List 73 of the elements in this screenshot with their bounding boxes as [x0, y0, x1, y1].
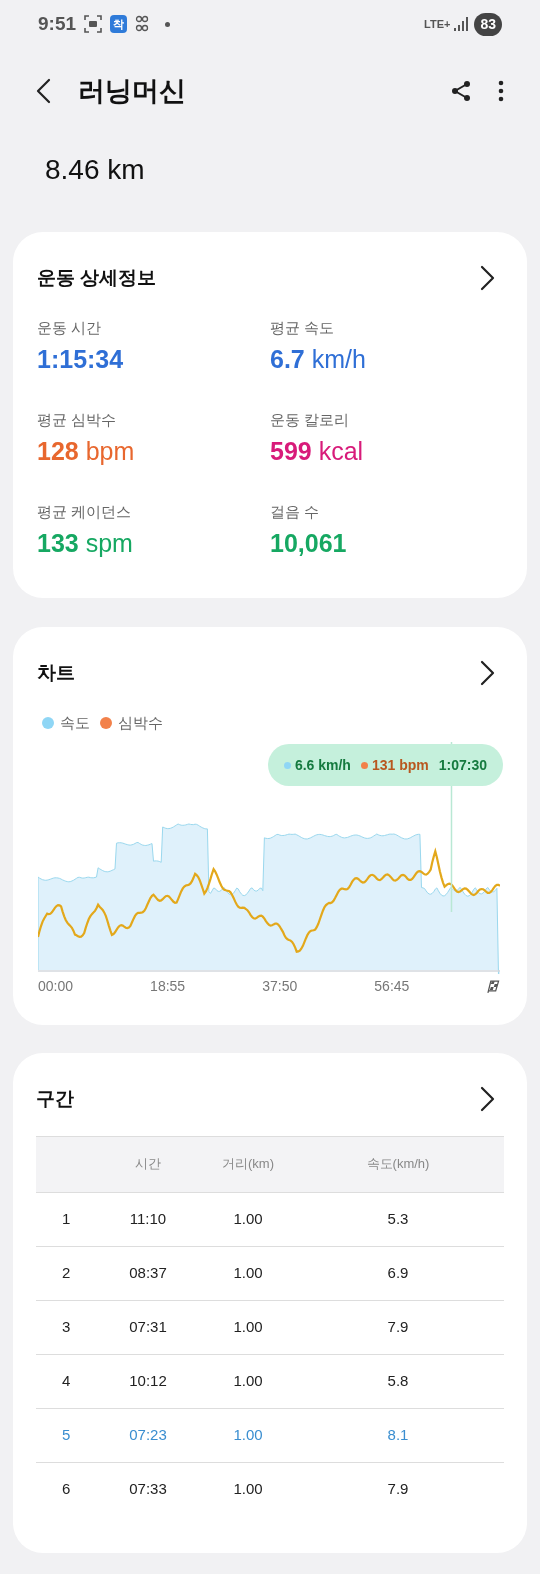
column-header: 속도(km/h)	[365, 1155, 431, 1174]
table-cell-text: 1	[61, 1208, 72, 1229]
table-cell-text: 5	[61, 1424, 72, 1445]
table-cell-text: 1.00	[232, 1424, 264, 1445]
table-cell-text: 11:10	[128, 1208, 168, 1229]
stat-value: 133 spm	[37, 528, 134, 559]
network-type: LTE+	[424, 18, 451, 30]
lap-row[interactable]: 5 07:23 1.00 8.1	[36, 1407, 504, 1462]
column-header: 시간	[134, 1155, 162, 1174]
battery-level: 83	[474, 12, 502, 36]
table-cell-text: 1.00	[232, 1478, 264, 1499]
stat-value: 599 kcal	[270, 436, 365, 467]
chevron-right-icon[interactable]	[479, 1086, 495, 1113]
card-title: 운동 상세정보	[37, 266, 157, 290]
table-cell-text: 1.00	[232, 1262, 264, 1283]
tooltip-heart-rate: 131 bpm	[371, 755, 429, 775]
table-cell-text: 3	[61, 1316, 72, 1337]
legend-label: 심박수	[118, 712, 163, 733]
table-cell-text: 07:31	[128, 1316, 168, 1337]
back-icon[interactable]	[36, 78, 52, 104]
lap-row[interactable]: 4 10:12 1.00 5.8	[36, 1353, 504, 1408]
table-cell-text: 8.1	[386, 1424, 410, 1445]
lap-row[interactable]: 1 11:10 1.00 5.3	[36, 1191, 504, 1246]
table-cell-text: 5.8	[386, 1370, 410, 1391]
table-cell-text: 2	[61, 1262, 72, 1283]
lap-row[interactable]: 6 07:33 1.00 7.9	[36, 1461, 504, 1516]
axis-label: 56:45	[374, 977, 411, 996]
stat-label: 평균 심박수	[37, 409, 118, 430]
signal-icon	[454, 17, 471, 31]
table-cell-text: 6.9	[386, 1262, 410, 1283]
axis-label: 00:00	[38, 977, 75, 996]
table-cell-text: 1.00	[232, 1208, 264, 1229]
card-title: 차트	[37, 661, 75, 685]
table-cell-text: 5.3	[386, 1208, 410, 1229]
column-header: 거리(km)	[221, 1155, 275, 1174]
stat-label: 걸음 수	[270, 501, 321, 522]
page-title: 러닝머신	[78, 74, 187, 108]
status-time: 9:51	[38, 11, 77, 36]
stat-value: 10,061	[270, 528, 348, 559]
table-cell-text: 10:12	[128, 1370, 168, 1391]
finish-flag-icon	[486, 979, 500, 994]
stat-value: 1:15:34	[37, 344, 125, 375]
axis-label: 18:55	[150, 977, 187, 996]
table-cell-text: 08:37	[128, 1262, 168, 1283]
stat-label: 평균 속도	[270, 317, 336, 338]
axis-label: 37:50	[262, 977, 299, 996]
stat-label: 운동 시간	[37, 317, 103, 338]
lap-row[interactable]: 3 07:31 1.00 7.9	[36, 1299, 504, 1354]
chevron-right-icon[interactable]	[479, 660, 495, 687]
table-cell-text: 6	[61, 1478, 72, 1499]
stat-label: 운동 칼로리	[270, 409, 351, 430]
more-options-icon[interactable]	[498, 80, 504, 102]
table-cell-text: 1.00	[232, 1370, 264, 1391]
table-cell-text: 07:23	[128, 1424, 168, 1445]
table-cell-text: 7.9	[386, 1478, 410, 1499]
screenshot-icon	[84, 15, 103, 33]
chevron-right-icon[interactable]	[479, 265, 495, 292]
total-distance: 8.46 km	[45, 153, 145, 187]
table-cell-text: 7.9	[386, 1316, 410, 1337]
app-badge-icon: 착	[110, 14, 128, 34]
table-cell-text: 4	[61, 1370, 72, 1391]
tooltip-time: 1:07:30	[438, 755, 487, 775]
lap-row[interactable]: 2 08:37 1.00 6.9	[36, 1245, 504, 1300]
stat-label: 평균 케이던스	[37, 501, 133, 522]
stat-value: 6.7 km/h	[270, 344, 367, 375]
legend-label: 속도	[60, 712, 90, 733]
share-icon[interactable]	[450, 80, 472, 102]
table-cell-text: 07:33	[128, 1478, 168, 1499]
card-title: 구간	[36, 1087, 74, 1111]
stat-value: 128 bpm	[37, 436, 136, 467]
app-icon	[135, 15, 150, 33]
table-cell-text: 1.00	[232, 1316, 264, 1337]
tooltip-speed: 6.6 km/h	[294, 755, 351, 775]
